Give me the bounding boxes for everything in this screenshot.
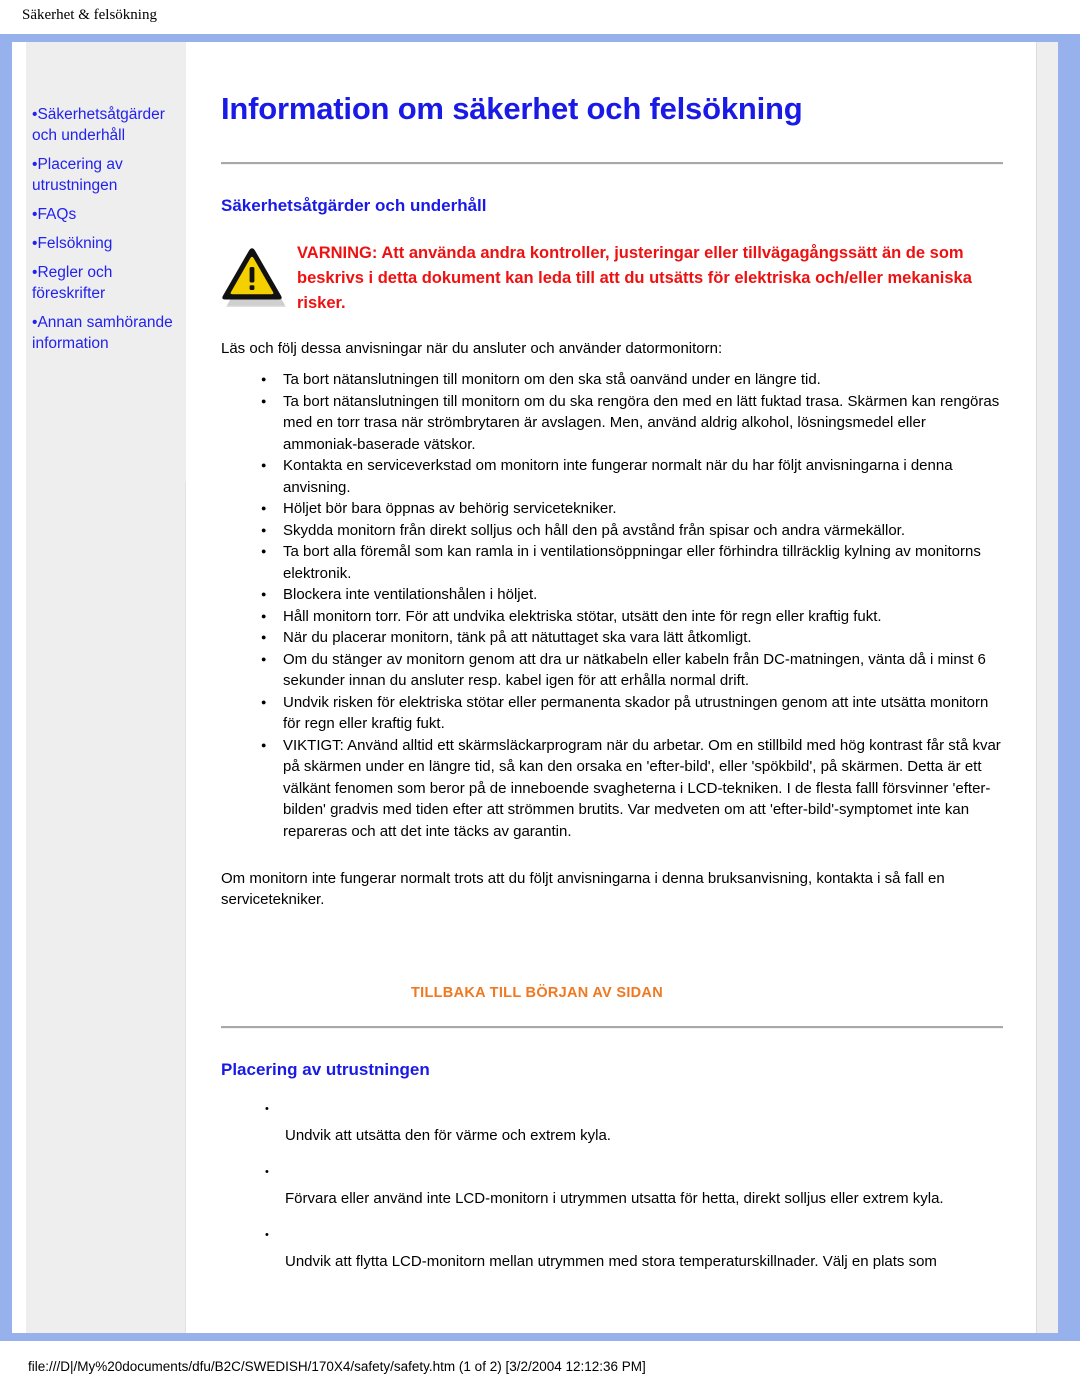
sidebar-nav-list: •Säkerhetsåtgärder och underhåll •Placer… [26, 42, 186, 354]
back-to-top-container: TILLBAKA TILL BÖRJAN AV SIDAN [221, 984, 1003, 1002]
list-item: Ta bort nätanslutningen till monitorn om… [261, 390, 1003, 456]
section-divider [221, 1026, 1003, 1029]
list-item: Ta bort nätanslutningen till monitorn om… [261, 368, 1003, 390]
sidebar-item-placering[interactable]: •Placering av utrustningen [32, 154, 182, 196]
list-item: Håll monitorn torr. För att undvika elek… [261, 605, 1003, 627]
sidebar-item-faqs[interactable]: •FAQs [32, 204, 182, 225]
list-item-text: Undvik att flytta LCD-monitorn mellan ut… [285, 1253, 937, 1270]
list-item-text: Undvik att utsätta den för värme och ext… [285, 1127, 611, 1144]
intro-paragraph: Läs och följ dessa anvisningar när du an… [221, 340, 723, 357]
list-item: Ta bort alla föremål som kan ramla in i … [261, 540, 1003, 584]
document-sheet: •Säkerhetsåtgärder och underhåll •Placer… [26, 42, 1058, 1333]
section-heading-safety: Säkerhetsåtgärder och underhåll [221, 196, 487, 215]
list-item: Kontakta en serviceverkstad om monitorn … [261, 454, 1003, 498]
list-item-text: Förvara eller använd inte LCD-monitorn i… [285, 1190, 944, 1207]
list-item: • Förvara eller använd inte LCD-monitorn… [265, 1166, 1003, 1209]
sidebar-item-label: Placering av utrustningen [32, 156, 123, 194]
list-item: VIKTIGT: Använd alltid ett skärmsläckarp… [261, 734, 1003, 843]
sidebar-panel: •Säkerhetsåtgärder och underhåll •Placer… [26, 42, 186, 482]
sidebar-item-felsokning[interactable]: •Felsökning [32, 233, 182, 254]
window-title: Säkerhet & felsökning [22, 7, 157, 23]
title-divider [221, 162, 1003, 165]
sidebar-item-annan-information[interactable]: •Annan samhörande information [32, 312, 182, 354]
sidebar-item-label: Annan samhörande information [32, 314, 173, 352]
list-item: Blockera inte ventilationshålen i höljet… [261, 583, 1003, 605]
list-item: Skydda monitorn från direkt solljus och … [261, 519, 1003, 541]
warning-triangle-icon [221, 247, 287, 307]
sidebar-item-regler[interactable]: •Regler och föreskrifter [32, 262, 182, 304]
sidebar-item-label: Säkerhetsåtgärder och underhåll [32, 106, 165, 144]
main-content: Information om säkerhet och felsökning S… [187, 42, 1035, 1292]
page-title: Information om säkerhet och felsökning [221, 91, 803, 126]
sidebar-item-label: Felsökning [37, 235, 113, 252]
back-to-top-link[interactable]: TILLBAKA TILL BÖRJAN AV SIDAN [411, 985, 663, 1001]
warning-icon-container [221, 239, 297, 307]
bullet-icon: • [265, 1103, 269, 1115]
list-item: Höljet bör bara öppnas av behörig servic… [261, 497, 1003, 519]
status-bar: file:///D|/My%20documents/dfu/B2C/SWEDIS… [0, 1341, 1080, 1397]
list-item: Om du stänger av monitorn genom att dra … [261, 648, 1003, 692]
list-item: • Undvik att utsätta den för värme och e… [265, 1103, 1003, 1146]
placement-bullet-list: • Undvik att utsätta den för värme och e… [221, 1103, 1003, 1272]
bullet-icon: • [265, 1166, 269, 1178]
page-frame: •Säkerhetsåtgärder och underhåll •Placer… [0, 34, 1080, 1341]
sidebar-column: •Säkerhetsåtgärder och underhåll •Placer… [26, 42, 186, 1333]
sidebar-item-sakerhetsatgarder[interactable]: •Säkerhetsåtgärder och underhåll [32, 104, 182, 146]
warning-triangle-svg [222, 248, 282, 300]
list-item: • Undvik att flytta LCD-monitorn mellan … [265, 1229, 1003, 1272]
safety-bullet-list: Ta bort nätanslutningen till monitorn om… [221, 368, 1003, 843]
list-item: När du placerar monitorn, tänk på att nä… [261, 626, 1003, 648]
frame-gutter [12, 42, 26, 1333]
closing-paragraph: Om monitorn inte fungerar normalt trots … [221, 870, 945, 908]
scrollbar-strip[interactable] [1036, 42, 1058, 1333]
warning-message: VARNING: Att använda andra kontroller, j… [297, 244, 972, 312]
window-title-bar: Säkerhet & felsökning [0, 0, 1080, 34]
sidebar-item-label: FAQs [37, 206, 77, 223]
list-item: Undvik risken för elektriska stötar elle… [261, 691, 1003, 735]
warning-block: VARNING: Att använda andra kontroller, j… [221, 239, 1003, 316]
sidebar-item-label: Regler och föreskrifter [32, 264, 113, 302]
bullet-icon: • [265, 1229, 269, 1241]
section-heading-placering: Placering av utrustningen [221, 1060, 430, 1079]
status-bar-path: file:///D|/My%20documents/dfu/B2C/SWEDIS… [28, 1359, 646, 1374]
